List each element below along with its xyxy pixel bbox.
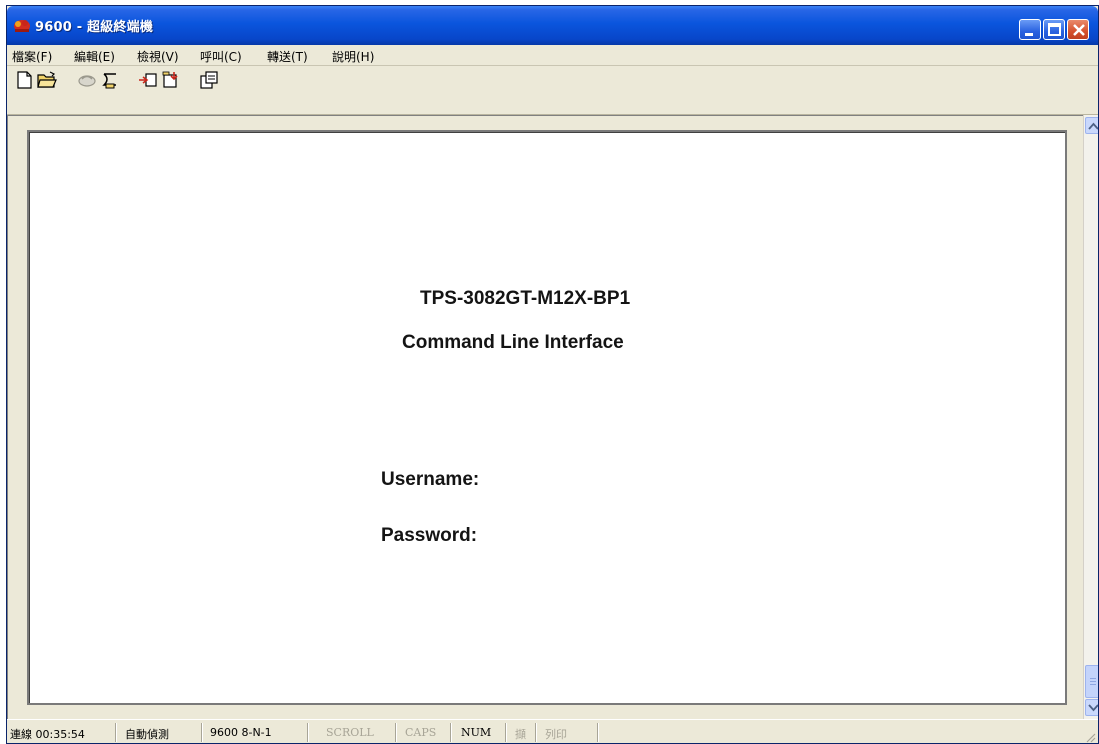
vertical-scrollbar[interactable]	[1083, 115, 1098, 719]
disconnect-icon[interactable]	[100, 71, 120, 89]
connect-icon[interactable]	[77, 71, 97, 89]
maximize-button[interactable]	[1043, 19, 1065, 40]
status-connection-time: 連線 00:35:54	[10, 728, 85, 741]
resize-grip-icon[interactable]	[1084, 731, 1096, 743]
hyperterminal-window: 9600 - 超級終端機 檔案(F) 編輯(E) 檢視(V) 呼叫(C) 轉送(…	[6, 5, 1099, 744]
status-port-settings: 9600 8-N-1	[210, 726, 272, 739]
status-capture: 擷	[515, 728, 526, 741]
status-bar: 連線 00:35:54 自動偵測 9600 8-N-1 SCROLL CAPS …	[7, 719, 1098, 743]
close-button[interactable]	[1067, 19, 1089, 40]
minimize-button[interactable]	[1019, 19, 1041, 40]
toolbar	[7, 67, 1098, 115]
open-folder-icon[interactable]	[37, 71, 57, 89]
send-file-icon[interactable]	[138, 71, 158, 89]
cli-title: Command Line Interface	[402, 332, 624, 353]
status-num: NUM	[461, 726, 492, 739]
terminal-area: TPS-3082GT-M12X-BP1 Command Line Interfa…	[7, 115, 1083, 719]
maximize-icon	[1048, 23, 1061, 36]
minimize-icon	[1025, 33, 1033, 36]
device-model: TPS-3082GT-M12X-BP1	[420, 288, 631, 309]
status-print: 列印	[545, 728, 567, 741]
scroll-up-button[interactable]	[1085, 117, 1098, 134]
status-auto-detect: 自動偵測	[125, 728, 169, 741]
terminal-screen[interactable]: TPS-3082GT-M12X-BP1 Command Line Interfa…	[27, 130, 1067, 705]
hyperterminal-icon	[14, 20, 30, 32]
chevron-down-icon	[1088, 704, 1098, 712]
properties-icon[interactable]	[199, 71, 219, 89]
status-caps: CAPS	[405, 726, 437, 739]
menu-help[interactable]: 說明(H)	[332, 48, 374, 65]
menu-bar: 檔案(F) 編輯(E) 檢視(V) 呼叫(C) 轉送(T) 說明(H)	[7, 45, 1098, 66]
menu-edit[interactable]: 編輯(E)	[74, 48, 115, 65]
scroll-down-button[interactable]	[1085, 699, 1098, 716]
title-bar[interactable]: 9600 - 超級終端機	[7, 6, 1098, 45]
status-scroll: SCROLL	[326, 726, 374, 739]
receive-file-icon[interactable]	[162, 71, 182, 89]
menu-file[interactable]: 檔案(F)	[12, 48, 52, 65]
menu-call[interactable]: 呼叫(C)	[200, 48, 242, 65]
chevron-up-icon	[1088, 122, 1098, 130]
window-title: 9600 - 超級終端機	[35, 20, 154, 35]
username-prompt[interactable]: Username:	[381, 469, 479, 491]
close-icon	[1073, 24, 1085, 36]
new-document-icon[interactable]	[15, 71, 35, 89]
menu-transfer[interactable]: 轉送(T)	[267, 48, 308, 65]
scroll-thumb[interactable]	[1085, 665, 1098, 698]
password-prompt[interactable]: Password:	[381, 525, 477, 547]
menu-view[interactable]: 檢視(V)	[137, 48, 179, 65]
